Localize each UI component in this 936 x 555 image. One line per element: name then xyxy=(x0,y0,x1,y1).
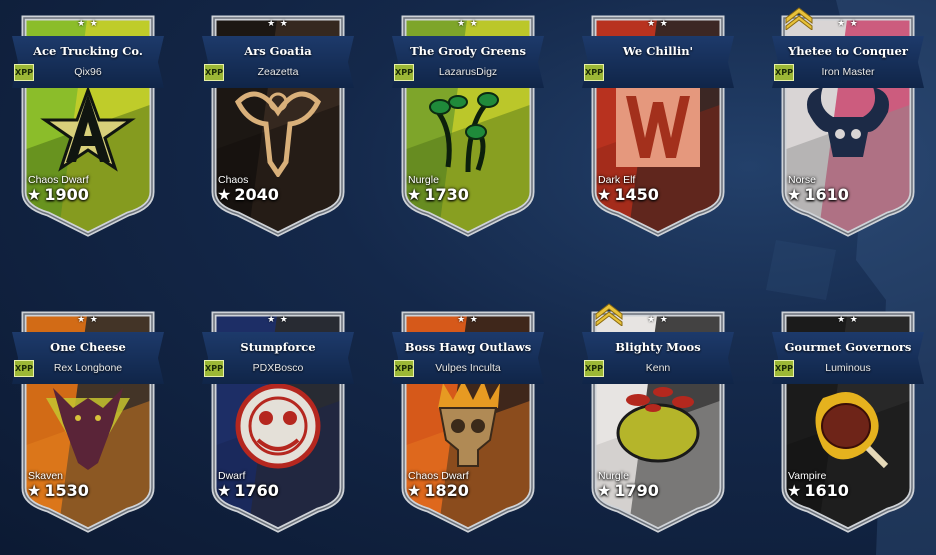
team-emblem-flaming-meat-icon xyxy=(815,392,889,469)
team-emblem-rat-triangle-icon xyxy=(46,388,130,470)
coach-name: Qix96 xyxy=(74,66,102,78)
team-emblem-goat-skull-icon xyxy=(234,91,322,177)
team-rating: ★ 1530 xyxy=(27,481,89,500)
team-card[interactable]: ★ ★ Ace Trucking Co. Qix96 XPP Chaos Dwa… xyxy=(12,12,164,237)
banner-stars-icon: ★ ★ xyxy=(77,314,99,324)
xpp-badge: XPP xyxy=(14,360,34,377)
team-name: We Chillin' xyxy=(622,44,694,58)
team-rating-value: 2040 xyxy=(234,185,279,204)
team-card[interactable]: ★ ★ Yhetee to Conquer Iron Master XPP No… xyxy=(772,7,924,237)
team-emblem-letter-w-icon xyxy=(616,87,700,167)
team-card[interactable]: ★ ★ Gourmet Governors Luminous XPP Vampi… xyxy=(772,308,924,533)
team-emblem-star-a-icon xyxy=(40,85,136,172)
team-rating-value: 1760 xyxy=(234,481,279,500)
team-rating-value: 1820 xyxy=(424,481,469,500)
coach-name: Zeazetta xyxy=(257,66,299,78)
team-emblem-mushroom-pig-icon xyxy=(616,387,700,463)
rating-star-icon: ★ xyxy=(597,481,612,500)
team-rating: ★ 1760 xyxy=(217,481,279,500)
banner-stars-icon: ★ ★ xyxy=(457,18,479,28)
team-card[interactable]: ★ ★ Boss Hawg Outlaws Vulpes Inculta XPP… xyxy=(392,308,544,533)
coach-name: Kenn xyxy=(645,362,671,374)
team-name: Boss Hawg Outlaws xyxy=(404,340,532,354)
team-rating: ★ 1900 xyxy=(27,185,89,204)
team-rating: ★ 1730 xyxy=(407,185,469,204)
team-card[interactable]: ★ ★ Stumpforce PDXBosco XPP Dwarf ★ 1760 xyxy=(202,308,354,533)
banner-stars-icon: ★ ★ xyxy=(267,18,289,28)
xpp-badge: XPP xyxy=(774,360,794,377)
coach-name: Luminous xyxy=(825,362,871,374)
team-name: Ace Trucking Co. xyxy=(33,44,143,58)
banner-stars-icon: ★ ★ xyxy=(267,314,289,324)
rating-star-icon: ★ xyxy=(407,185,422,204)
team-name: Yhetee to Conquer xyxy=(788,44,908,58)
team-card[interactable]: ★ ★ Ars Goatia Zeazetta XPP Chaos ★ 2040 xyxy=(202,12,354,237)
team-rating-value: 1450 xyxy=(614,185,659,204)
team-rating-value: 1530 xyxy=(44,481,89,500)
rank-chevron-icon xyxy=(785,7,813,30)
team-rating: ★ 1820 xyxy=(407,481,469,500)
team-card[interactable]: ★ ★ The Grody Greens LazarusDigz XPP Nur… xyxy=(392,12,544,237)
team-emblem-crowned-skull-icon xyxy=(438,380,500,467)
rating-star-icon: ★ xyxy=(27,185,42,204)
team-rating: ★ 1790 xyxy=(597,481,659,500)
team-rating: ★ 1450 xyxy=(597,185,659,204)
team-card[interactable]: ★ ★ We Chillin' XPP Dark Elf ★ 1450 xyxy=(582,12,734,237)
team-rating-value: 1610 xyxy=(804,185,849,204)
banner-stars-icon: ★ ★ xyxy=(647,18,669,28)
xpp-badge: XPP xyxy=(394,360,414,377)
xpp-badge: XPP xyxy=(584,64,604,81)
coach-name: Vulpes Inculta xyxy=(435,362,501,374)
xpp-badge: XPP xyxy=(14,64,34,81)
xpp-badge: XPP xyxy=(394,64,414,81)
xpp-badge: XPP xyxy=(204,64,224,81)
coach-name: PDXBosco xyxy=(252,362,304,374)
rank-chevron-icon xyxy=(595,303,623,326)
xpp-badge: XPP xyxy=(204,360,224,377)
coach-name: Iron Master xyxy=(821,66,875,78)
team-card[interactable]: ★ ★ One Cheese Rex Longbone XPP Skaven ★… xyxy=(12,308,164,533)
team-name: Ars Goatia xyxy=(244,44,312,58)
coach-name: LazarusDigz xyxy=(438,66,498,78)
banner-stars-icon: ★ ★ xyxy=(457,314,479,324)
rating-star-icon: ★ xyxy=(217,481,232,500)
team-emblem-eye-stalks-icon xyxy=(429,92,499,173)
team-emblem-horned-skull-icon xyxy=(807,87,889,157)
team-rating: ★ 1610 xyxy=(787,185,849,204)
coach-name: Rex Longbone xyxy=(53,362,123,374)
team-name: The Grody Greens xyxy=(410,44,526,58)
team-name: One Cheese xyxy=(50,340,126,354)
rating-star-icon: ★ xyxy=(787,481,802,500)
rating-star-icon: ★ xyxy=(217,185,232,204)
rating-star-icon: ★ xyxy=(407,481,422,500)
team-rating-value: 1730 xyxy=(424,185,469,204)
team-rating: ★ 2040 xyxy=(217,185,279,204)
team-rating-value: 1900 xyxy=(44,185,89,204)
team-rating: ★ 1610 xyxy=(787,481,849,500)
banner-stars-icon: ★ ★ xyxy=(77,18,99,28)
rating-star-icon: ★ xyxy=(27,481,42,500)
team-name: Blighty Moos xyxy=(615,340,701,354)
team-name: Stumpforce xyxy=(240,340,316,354)
team-rating-value: 1790 xyxy=(614,481,659,500)
team-name: Gourmet Governors xyxy=(784,340,912,354)
rating-star-icon: ★ xyxy=(597,185,612,204)
banner-stars-icon: ★ ★ xyxy=(837,314,859,324)
team-emblem-dwarf-mask-icon xyxy=(235,383,321,469)
team-rating-value: 1610 xyxy=(804,481,849,500)
team-card[interactable]: ★ ★ Blighty Moos Kenn XPP Nurgle ★ 1790 xyxy=(582,303,734,533)
xpp-badge: XPP xyxy=(584,360,604,377)
rating-star-icon: ★ xyxy=(787,185,802,204)
xpp-badge: XPP xyxy=(774,64,794,81)
